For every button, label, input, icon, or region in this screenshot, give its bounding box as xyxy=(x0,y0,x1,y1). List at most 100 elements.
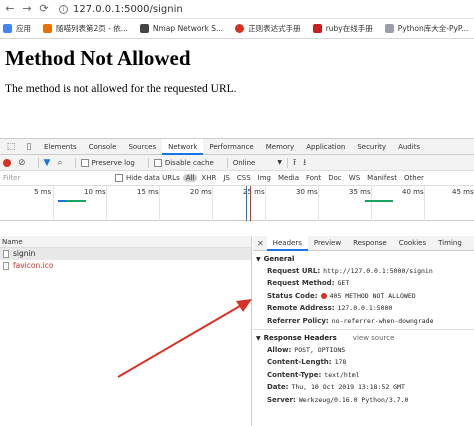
bookmark-item[interactable]: ruby在线手册 xyxy=(312,23,373,34)
tab-headers[interactable]: Headers xyxy=(266,235,308,251)
page-message: The method is not allowed for the reques… xyxy=(5,83,237,95)
filter-icon[interactable]: ▼ xyxy=(44,158,51,168)
tab-timing[interactable]: Timing xyxy=(432,236,468,251)
timeline-tick: 45 ms xyxy=(452,188,474,196)
tab-security[interactable]: Security xyxy=(351,139,392,155)
info-icon[interactable]: i xyxy=(59,4,68,14)
filter-ws[interactable]: WS xyxy=(346,174,363,182)
timeline-gridline xyxy=(212,186,213,221)
tab-preview[interactable]: Preview xyxy=(308,236,347,251)
reload-icon[interactable]: ⟳ xyxy=(37,2,51,16)
tab-application[interactable]: Application xyxy=(300,139,351,155)
bookmark-item[interactable]: 正则表达式手册 xyxy=(235,23,301,34)
filter-css[interactable]: CSS xyxy=(234,174,254,182)
bookmark-item[interactable]: Python库大全-PyP... xyxy=(384,23,468,34)
tab-performance[interactable]: Performance xyxy=(203,139,259,155)
chevron-down-icon: ▼ xyxy=(277,159,282,166)
load-event-marker xyxy=(250,186,251,221)
header-row: Remote Address: 127.0.0.1:5000 xyxy=(267,304,393,313)
header-row: Content-Type: text/html xyxy=(267,370,360,379)
toolbar-divider xyxy=(226,157,228,168)
filter-all[interactable]: All xyxy=(182,174,198,182)
tab-network[interactable]: Network xyxy=(162,138,204,155)
hide-data-urls-checkbox[interactable] xyxy=(115,174,123,182)
filter-bar: Filter Hide data URLs All XHR JS CSS Img… xyxy=(0,171,474,186)
details-tabs: ✕ Headers Preview Response Cookies Timin… xyxy=(253,235,474,251)
toolbar-divider xyxy=(74,157,76,168)
address-bar: ← → ⟳ i 127.0.0.1:5000/signin xyxy=(0,0,474,19)
bookmark-favicon-icon xyxy=(43,24,52,33)
tab-sources[interactable]: Sources xyxy=(122,139,162,155)
filter-other[interactable]: Other xyxy=(401,174,427,182)
timeline-gridline xyxy=(159,186,160,221)
section-divider xyxy=(253,328,474,330)
request-row[interactable]: signin xyxy=(0,248,251,260)
document-icon xyxy=(3,262,9,270)
tab-memory[interactable]: Memory xyxy=(260,139,300,155)
close-icon[interactable]: ✕ xyxy=(257,239,264,248)
filter-doc[interactable]: Doc xyxy=(325,174,345,182)
toolbar-divider xyxy=(286,157,288,168)
header-row: Request URL: http://127.0.0.1:5000/signin xyxy=(267,267,433,275)
header-row: Date: Thu, 10 Oct 2019 13:18:52 GMT xyxy=(267,383,405,392)
filter-manifest[interactable]: Manifest xyxy=(364,174,400,182)
timeline-tick: 30 ms xyxy=(296,188,318,196)
url-text[interactable]: 127.0.0.1:5000/signin xyxy=(73,4,183,15)
filter-media[interactable]: Media xyxy=(275,174,302,182)
network-lower-pane: Name signin favicon.ico ✕ Headers Previe… xyxy=(0,235,474,426)
network-overview-timeline[interactable]: 5 ms 10 ms 15 ms 20 ms 25 ms 30 ms 35 ms… xyxy=(0,186,474,221)
tab-cookies[interactable]: Cookies xyxy=(393,236,432,251)
timeline-tick: 5 ms xyxy=(34,188,52,196)
network-toolbar: ⊘ ▼ ⌕ Preserve log Disable cache Online ▼… xyxy=(0,155,474,171)
search-icon[interactable]: ⌕ xyxy=(57,158,62,168)
export-icon[interactable]: ⭳ xyxy=(303,155,306,171)
tab-response[interactable]: Response xyxy=(347,236,393,251)
record-button[interactable] xyxy=(3,158,11,167)
url-box[interactable]: i 127.0.0.1:5000/signin xyxy=(59,2,474,16)
page-title: Method Not Allowed xyxy=(5,46,191,70)
bookmark-favicon-icon xyxy=(312,24,322,33)
disable-cache-checkbox[interactable] xyxy=(153,158,162,167)
timeline-gridline xyxy=(318,186,319,221)
filter-input[interactable]: Filter xyxy=(3,173,103,184)
bookmark-favicon-icon xyxy=(235,24,245,33)
bookmark-apps[interactable]: 应用 xyxy=(3,23,31,34)
view-source-link[interactable]: view source xyxy=(353,334,395,342)
request-name: signin xyxy=(13,249,36,258)
filter-js[interactable]: JS xyxy=(220,174,233,182)
device-toolbar-icon[interactable]: ▯ xyxy=(24,142,34,152)
timeline-gridline xyxy=(371,186,372,221)
column-header-name[interactable]: Name xyxy=(0,236,251,248)
back-icon[interactable]: ← xyxy=(3,2,17,16)
bookmark-favicon-icon xyxy=(384,24,394,33)
timeline-tick: 40 ms xyxy=(402,188,424,196)
general-section-header[interactable]: ▼ General xyxy=(253,254,474,265)
request-name: favicon.ico xyxy=(13,261,54,270)
throttle-select[interactable]: Online ▼ xyxy=(233,159,282,167)
clear-icon[interactable]: ⊘ xyxy=(18,158,26,168)
header-row: Referrer Policy: no-referrer-when-downgra… xyxy=(267,316,434,325)
request-row[interactable]: favicon.ico xyxy=(0,260,251,272)
forward-icon[interactable]: → xyxy=(20,2,34,16)
filter-font[interactable]: Font xyxy=(303,174,324,182)
triangle-down-icon: ▼ xyxy=(256,334,261,342)
tab-console[interactable]: Console xyxy=(83,139,123,155)
devtools-panel: ⬚ ▯ Elements Console Sources Network Per… xyxy=(0,138,474,426)
preserve-log-checkbox[interactable] xyxy=(80,158,89,167)
hide-data-urls-label: Hide data URLs xyxy=(126,174,180,182)
response-headers-section-header[interactable]: ▼ Response Headers view source xyxy=(253,333,474,344)
header-row: Status Code: 405 METHOD NOT ALLOWED xyxy=(267,291,416,300)
request-bar xyxy=(365,200,393,202)
bookmark-item[interactable]: 随喵列表第2页 - 依... xyxy=(43,23,128,34)
triangle-down-icon: ▼ xyxy=(256,256,261,263)
import-icon[interactable]: ⭱ xyxy=(293,155,296,171)
dom-content-loaded-marker xyxy=(246,186,247,221)
filter-xhr[interactable]: XHR xyxy=(198,174,219,182)
bookmark-item[interactable]: Nmap Network S... xyxy=(139,24,223,33)
tab-audits[interactable]: Audits xyxy=(392,139,426,155)
disable-cache-label: Disable cache xyxy=(164,158,214,167)
tab-elements[interactable]: Elements xyxy=(38,139,83,155)
timeline-gridline xyxy=(106,186,107,221)
filter-img[interactable]: Img xyxy=(255,174,274,182)
inspect-icon[interactable]: ⬚ xyxy=(6,142,16,152)
